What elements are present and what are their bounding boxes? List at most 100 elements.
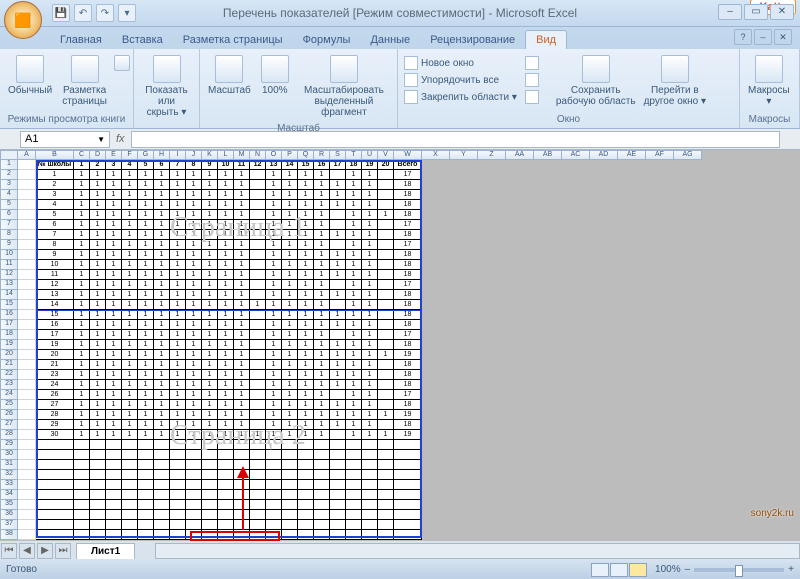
cell[interactable] (18, 300, 36, 310)
cell[interactable]: 1 (362, 300, 378, 310)
cell[interactable] (378, 420, 394, 430)
cell[interactable] (378, 180, 394, 190)
office-button[interactable]: 🟧 (4, 1, 42, 39)
cell[interactable]: 1 (154, 320, 170, 330)
cell[interactable]: 1 (266, 190, 282, 200)
cell[interactable] (346, 500, 362, 510)
cell[interactable] (106, 440, 122, 450)
cell[interactable] (218, 500, 234, 510)
cell[interactable]: 1 (346, 220, 362, 230)
cell[interactable]: 1 (346, 280, 362, 290)
cell[interactable]: 1 (138, 420, 154, 430)
cell[interactable]: 1 (74, 220, 90, 230)
cell[interactable] (394, 470, 422, 480)
cell[interactable]: 1 (170, 170, 186, 180)
ribbon-tab-1[interactable]: Вставка (112, 31, 173, 49)
cell[interactable] (18, 400, 36, 410)
cell[interactable]: 1 (298, 260, 314, 270)
cell[interactable] (314, 440, 330, 450)
cell[interactable] (330, 240, 346, 250)
cell[interactable]: 1 (122, 270, 138, 280)
cell[interactable]: 1 (298, 330, 314, 340)
row-header-14[interactable]: 14 (0, 290, 18, 300)
cell[interactable] (154, 480, 170, 490)
zoom-out-button[interactable]: – (685, 564, 691, 575)
cell[interactable] (250, 170, 266, 180)
row-header-1[interactable]: 1 (0, 160, 18, 170)
cell[interactable] (282, 500, 298, 510)
cell[interactable]: 1 (154, 330, 170, 340)
cell[interactable]: 1 (234, 360, 250, 370)
col-header-E[interactable]: E (106, 150, 122, 160)
cell[interactable] (138, 480, 154, 490)
cell[interactable]: 24 (36, 380, 74, 390)
cell[interactable] (298, 520, 314, 530)
cell[interactable]: 1 (314, 190, 330, 200)
formula-input[interactable] (131, 131, 780, 148)
cell[interactable]: 1 (202, 370, 218, 380)
cell[interactable]: 1 (138, 430, 154, 440)
cell[interactable]: 1 (298, 230, 314, 240)
row-header-35[interactable]: 35 (0, 500, 18, 510)
cell[interactable] (202, 470, 218, 480)
cell[interactable] (74, 510, 90, 520)
cell[interactable] (394, 480, 422, 490)
cell[interactable]: 1 (202, 230, 218, 240)
cell[interactable]: 1 (106, 290, 122, 300)
cell[interactable] (378, 450, 394, 460)
cell[interactable]: 1 (186, 200, 202, 210)
cell[interactable] (170, 470, 186, 480)
cell[interactable]: 1 (298, 310, 314, 320)
cell[interactable]: 1 (314, 280, 330, 290)
cell[interactable]: 1 (74, 250, 90, 260)
cell[interactable]: 1 (170, 400, 186, 410)
cell[interactable]: 1 (314, 230, 330, 240)
col-header-V[interactable]: V (378, 150, 394, 160)
cell[interactable] (250, 270, 266, 280)
cell[interactable]: 1 (170, 270, 186, 280)
cell[interactable]: 1 (90, 370, 106, 380)
cell[interactable]: 1 (122, 350, 138, 360)
cell[interactable]: 1 (346, 290, 362, 300)
cell[interactable]: 1 (122, 320, 138, 330)
cell[interactable] (18, 520, 36, 530)
cell[interactable]: 1 (298, 220, 314, 230)
close-button[interactable]: ✕ (770, 4, 794, 20)
cell[interactable]: 1 (74, 290, 90, 300)
cell[interactable] (122, 440, 138, 450)
cell[interactable]: 18 (394, 420, 422, 430)
cell[interactable]: 1 (202, 190, 218, 200)
cell[interactable]: 1 (314, 390, 330, 400)
cell[interactable] (138, 520, 154, 530)
cell[interactable]: 1 (362, 210, 378, 220)
cell[interactable]: 1 (186, 400, 202, 410)
cell[interactable]: 1 (314, 200, 330, 210)
cell[interactable]: 1 (282, 170, 298, 180)
cell[interactable] (138, 490, 154, 500)
cell[interactable] (90, 480, 106, 490)
cell[interactable]: 1 (106, 370, 122, 380)
cell[interactable] (154, 450, 170, 460)
cell[interactable]: 1 (74, 340, 90, 350)
cell[interactable]: 1 (218, 320, 234, 330)
cell[interactable]: 1 (362, 230, 378, 240)
cell[interactable] (106, 510, 122, 520)
cell[interactable] (122, 470, 138, 480)
cell[interactable] (362, 480, 378, 490)
cell[interactable]: 1 (362, 360, 378, 370)
cell[interactable]: 1 (314, 410, 330, 420)
cell[interactable]: 1 (138, 390, 154, 400)
cell[interactable]: 1 (90, 200, 106, 210)
cell[interactable] (378, 390, 394, 400)
row-header-7[interactable]: 7 (0, 220, 18, 230)
cell[interactable]: 1 (122, 200, 138, 210)
row-header-21[interactable]: 21 (0, 360, 18, 370)
window-btn-0[interactable]: Сохранитьрабочую область (552, 53, 640, 109)
cell[interactable]: 1 (218, 180, 234, 190)
cell[interactable]: 19 (394, 410, 422, 420)
cell[interactable]: 18 (394, 300, 422, 310)
cell[interactable]: 1 (170, 290, 186, 300)
cell[interactable]: 1 (346, 350, 362, 360)
cell[interactable]: 1 (122, 340, 138, 350)
cell[interactable]: 1 (106, 350, 122, 360)
